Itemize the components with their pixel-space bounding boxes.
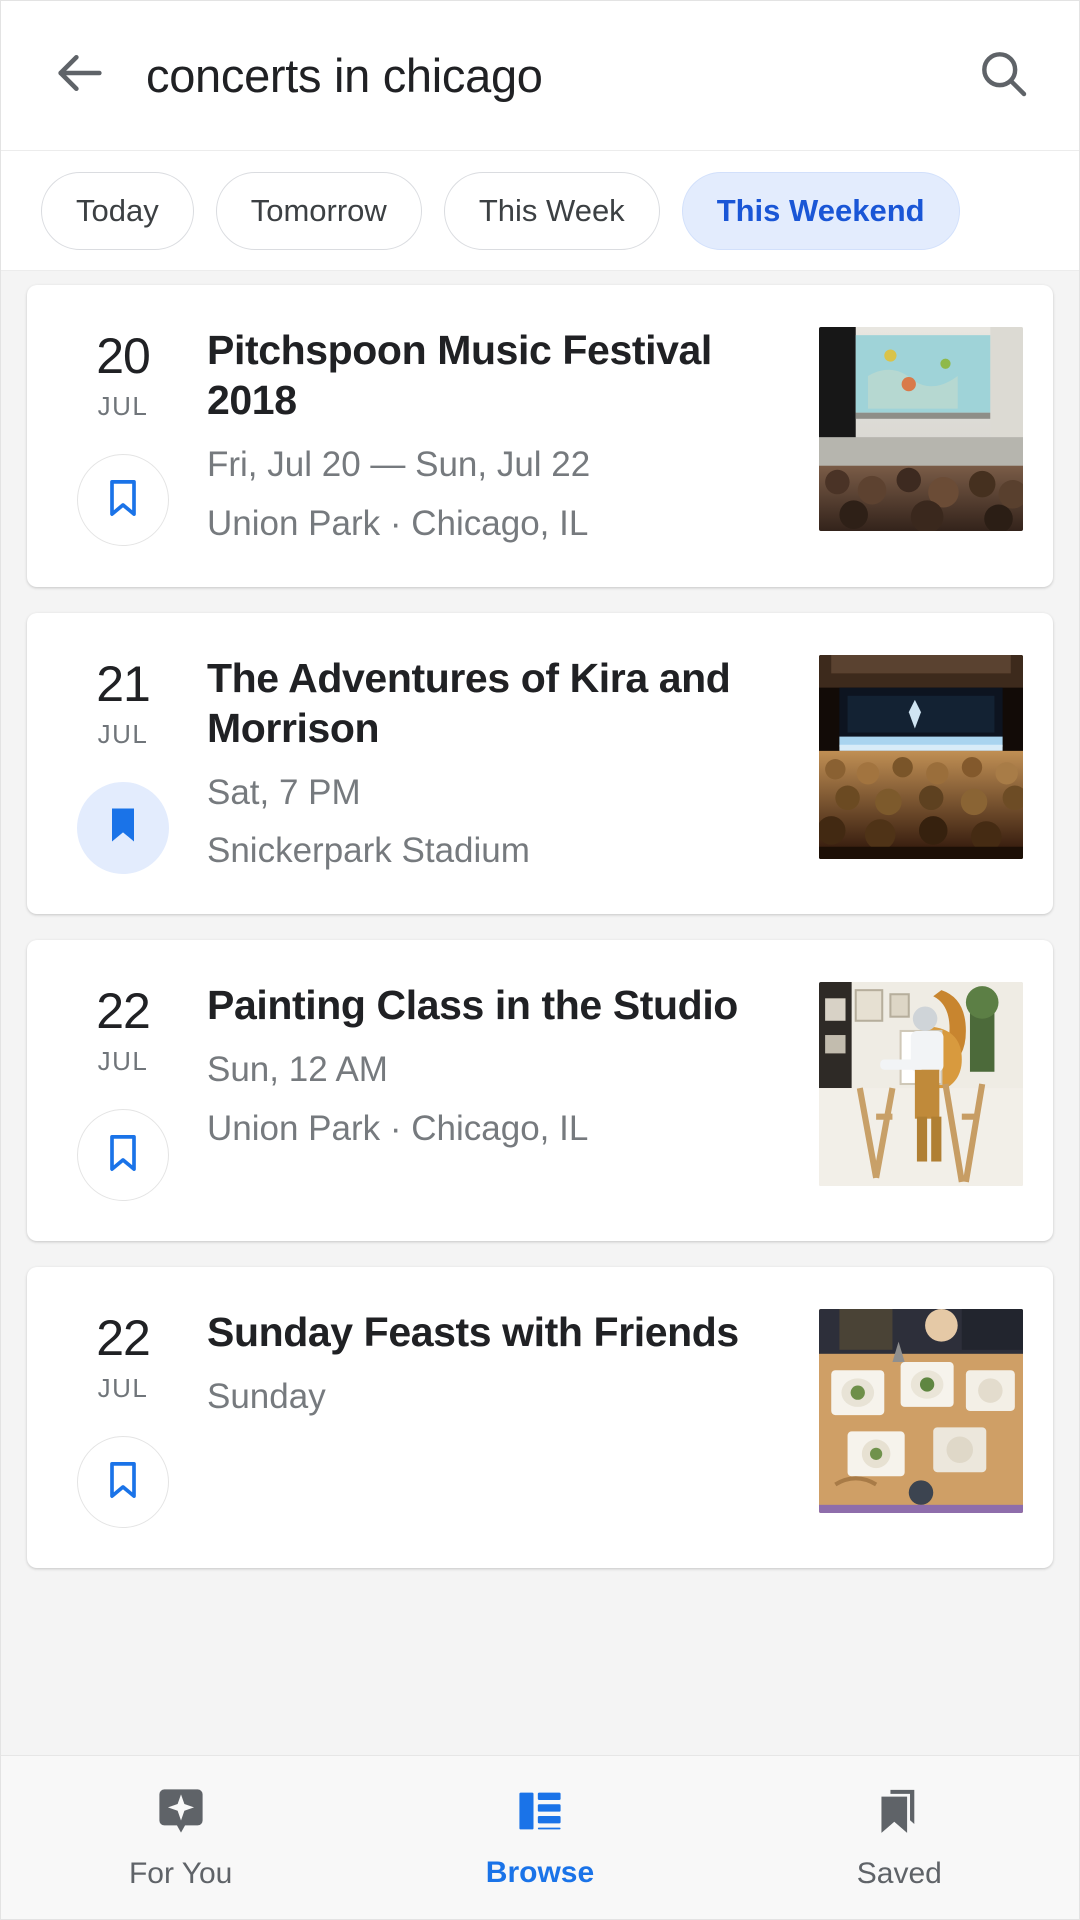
search-input[interactable]: concerts in chicago [146,48,957,103]
date-column: 22 JUL [61,980,185,1202]
event-venue-line: Union Park · Chicago, IL [207,1109,589,1149]
chip-this-weekend[interactable]: This Weekend [681,171,960,250]
event-date-line: Sat, 7 PM [207,772,361,812]
event-thumbnail[interactable] [819,654,1023,859]
search-bar: concerts in chicago [1,1,1079,151]
nav-label-browse: Browse [485,1856,595,1889]
bookmark-outline-icon [101,476,145,525]
nav-label-saved: Saved [856,1857,942,1890]
date-column: 21 JUL [61,653,185,875]
bookmark-outline-icon [101,1458,145,1507]
event-list[interactable]: 20 JUL Pitchspoon Music Festival 2018 Fr… [1,271,1079,1919]
date-column: 20 JUL [61,325,185,547]
bookmark-button[interactable] [77,454,169,546]
event-day: 22 [96,1310,151,1367]
search-icon [975,45,1031,106]
bookmark-outline-icon [101,1131,145,1180]
event-card[interactable]: 22 JUL Painting Class in the Studio Sun,… [27,940,1053,1242]
event-month: JUL [97,718,149,749]
event-month: JUL [97,1373,149,1404]
nav-item-browse[interactable]: Browse [360,1756,719,1919]
nav-item-for-you[interactable]: For You [1,1756,360,1919]
event-date-line: Fri, Jul 20 — Sun, Jul 22 [207,445,591,485]
event-date-line: Sun, 12 AM [207,1050,388,1090]
bookmark-button[interactable] [77,1436,169,1529]
event-text-column: Pitchspoon Music Festival 2018 Fri, Jul … [185,325,819,547]
chip-tomorrow[interactable]: Tomorrow [215,171,422,250]
event-month: JUL [97,1046,149,1077]
event-day: 20 [96,328,151,384]
bookmark-button[interactable] [77,1109,169,1202]
bottom-navigation: For You Browse Saved [1,1755,1079,1919]
search-button[interactable] [973,46,1033,106]
back-arrow-icon [51,44,109,107]
event-title: The Adventures of Kira and Morrison [207,654,731,751]
browse-list-icon [514,1785,566,1842]
event-day: 22 [96,983,151,1040]
chip-this-week[interactable]: This Week [443,171,660,250]
event-card[interactable]: 22 JUL Sunday Feasts with Friends Sunday [27,1267,1053,1569]
event-title: Painting Class in the Studio [207,982,738,1029]
event-title: Sunday Feasts with Friends [207,1309,739,1356]
date-column: 22 JUL [61,1307,185,1529]
nav-item-saved[interactable]: Saved [720,1756,1079,1919]
back-button[interactable] [49,45,111,107]
bookmark-filled-icon [101,803,145,852]
events-search-screen: concerts in chicago Today Tomorrow This … [0,0,1080,1920]
event-text-column: Painting Class in the Studio Sun, 12 AM … [185,980,819,1201]
bookmark-button[interactable] [77,781,169,874]
event-thumbnail[interactable] [819,327,1023,531]
event-thumbnail[interactable] [819,982,1023,1187]
event-card[interactable]: 21 JUL The Adventures of Kira and Morris… [27,612,1053,915]
event-card[interactable]: 20 JUL Pitchspoon Music Festival 2018 Fr… [27,285,1053,587]
saved-bookmarks-icon [872,1784,926,1843]
event-thumbnail[interactable] [819,1309,1023,1514]
event-title: Pitchspoon Music Festival 2018 [207,327,712,424]
for-you-sparkle-icon [154,1784,208,1843]
event-month: JUL [97,391,149,421]
event-text-column: The Adventures of Kira and Morrison Sat,… [185,653,819,875]
event-venue-line: Snickerpark Stadium [207,831,530,871]
event-venue-line: Union Park · Chicago, IL [207,503,589,543]
date-filter-chips: Today Tomorrow This Week This Weekend [1,151,1079,271]
event-date-line: Sunday [207,1377,326,1417]
nav-label-for-you: For You [128,1857,233,1890]
event-day: 21 [96,655,151,712]
event-text-column: Sunday Feasts with Friends Sunday [185,1307,819,1528]
chip-today[interactable]: Today [41,171,194,250]
